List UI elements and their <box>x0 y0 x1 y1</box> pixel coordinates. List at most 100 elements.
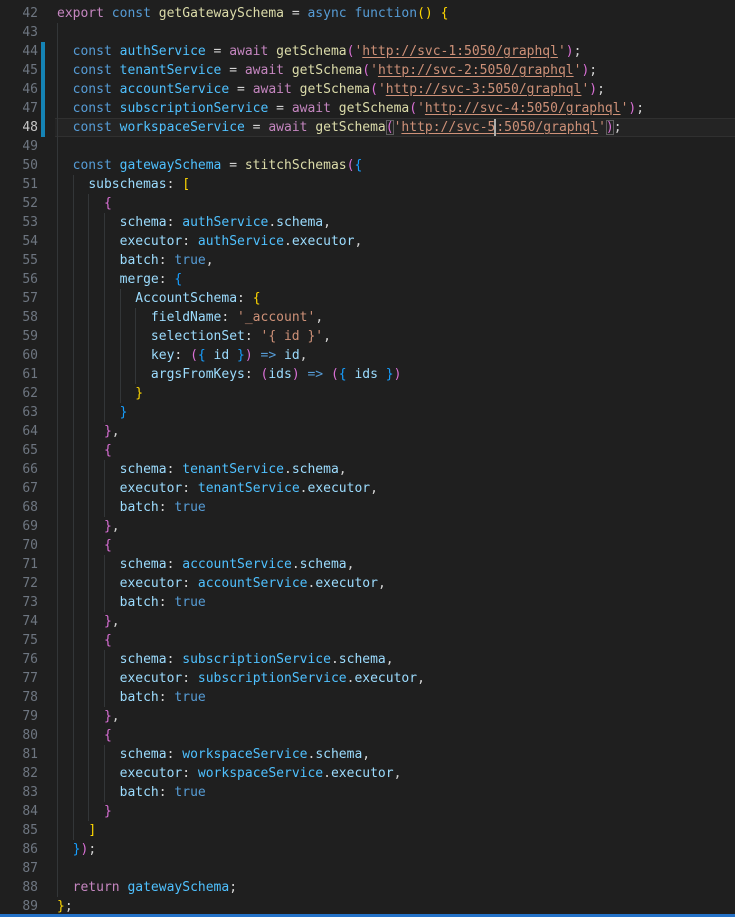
line-number[interactable]: 52 <box>0 194 55 213</box>
code-line[interactable]: 70 { <box>0 536 735 555</box>
line-number[interactable]: 61 <box>0 365 55 384</box>
code-line[interactable]: 82 executor: workspaceService.executor, <box>0 764 735 783</box>
url-link-text[interactable]: http://svc-2:5050/graphql <box>378 63 574 78</box>
line-number[interactable]: 49 <box>0 137 55 156</box>
code-line[interactable]: 80 { <box>0 726 735 745</box>
line-number[interactable]: 69 <box>0 517 55 536</box>
code-line[interactable]: 53 schema: authService.schema, <box>0 213 735 232</box>
code-line[interactable]: 87 <box>0 859 735 878</box>
code-line[interactable]: 85 ] <box>0 821 735 840</box>
line-number[interactable]: 83 <box>0 783 55 802</box>
line-number[interactable]: 78 <box>0 688 55 707</box>
code-line[interactable]: 46 const accountService = await getSchem… <box>0 80 735 99</box>
line-number[interactable]: 68 <box>0 498 55 517</box>
line-number[interactable]: 87 <box>0 859 55 878</box>
code-line[interactable]: 68 batch: true <box>0 498 735 517</box>
line-number[interactable]: 88 <box>0 878 55 897</box>
code-line[interactable]: 58 fieldName: '_account', <box>0 308 735 327</box>
line-number[interactable]: 55 <box>0 251 55 270</box>
code-line[interactable]: 79 }, <box>0 707 735 726</box>
code-line[interactable]: 78 batch: true <box>0 688 735 707</box>
code-line[interactable]: 72 executor: accountService.executor, <box>0 574 735 593</box>
gutter-modified-indicator[interactable] <box>41 99 45 118</box>
line-number[interactable]: 50 <box>0 156 55 175</box>
line-number[interactable]: 53 <box>0 213 55 232</box>
line-number[interactable]: 65 <box>0 441 55 460</box>
code-line[interactable]: 51 subschemas: [ <box>0 175 735 194</box>
code-editor[interactable]: 42export const getGatewaySchema = async … <box>0 0 735 917</box>
gutter-modified-indicator[interactable] <box>41 80 45 99</box>
line-number[interactable]: 42 <box>0 4 55 23</box>
code-line[interactable]: 44 const authService = await getSchema('… <box>0 42 735 61</box>
gutter-modified-indicator[interactable] <box>41 42 45 61</box>
code-line[interactable]: 47 const subscriptionService = await get… <box>0 99 735 118</box>
line-number[interactable]: 56 <box>0 270 55 289</box>
code-line[interactable]: 73 batch: true <box>0 593 735 612</box>
code-line[interactable]: 76 schema: subscriptionService.schema, <box>0 650 735 669</box>
line-number[interactable]: 73 <box>0 593 55 612</box>
line-number[interactable]: 60 <box>0 346 55 365</box>
code-line[interactable]: 43 <box>0 23 735 42</box>
gutter-modified-indicator[interactable] <box>41 61 45 80</box>
line-number[interactable]: 84 <box>0 802 55 821</box>
code-line[interactable]: 45 const tenantService = await getSchema… <box>0 61 735 80</box>
line-number[interactable]: 79 <box>0 707 55 726</box>
line-number[interactable]: 77 <box>0 669 55 688</box>
code-line[interactable]: 88 return gatewaySchema; <box>0 878 735 897</box>
line-number[interactable]: 80 <box>0 726 55 745</box>
code-line[interactable]: 49 <box>0 137 735 156</box>
line-number[interactable]: 48 <box>0 118 55 137</box>
code-line[interactable]: 83 batch: true <box>0 783 735 802</box>
code-line[interactable]: 65 { <box>0 441 735 460</box>
line-number[interactable]: 43 <box>0 23 55 42</box>
line-number[interactable]: 58 <box>0 308 55 327</box>
line-number[interactable]: 70 <box>0 536 55 555</box>
url-link-text[interactable]: http://svc-3:5050/graphql <box>386 82 582 97</box>
line-number[interactable]: 72 <box>0 574 55 593</box>
code-line[interactable]: 81 schema: workspaceService.schema, <box>0 745 735 764</box>
gutter-modified-indicator[interactable] <box>41 118 45 137</box>
line-number[interactable]: 54 <box>0 232 55 251</box>
line-number[interactable]: 63 <box>0 403 55 422</box>
code-line[interactable]: 48 const workspaceService = await getSch… <box>0 118 735 137</box>
code-line[interactable]: 62 } <box>0 384 735 403</box>
code-line[interactable]: 61 argsFromKeys: (ids) => ({ ids }) <box>0 365 735 384</box>
code-line[interactable]: 69 }, <box>0 517 735 536</box>
line-number[interactable]: 74 <box>0 612 55 631</box>
line-number[interactable]: 51 <box>0 175 55 194</box>
line-number[interactable]: 81 <box>0 745 55 764</box>
code-line[interactable]: 56 merge: { <box>0 270 735 289</box>
line-number[interactable]: 46 <box>0 80 55 99</box>
code-line[interactable]: 55 batch: true, <box>0 251 735 270</box>
code-line[interactable]: 66 schema: tenantService.schema, <box>0 460 735 479</box>
code-line[interactable]: 57 AccountSchema: { <box>0 289 735 308</box>
line-number[interactable]: 64 <box>0 422 55 441</box>
code-line[interactable]: 52 { <box>0 194 735 213</box>
line-number[interactable]: 57 <box>0 289 55 308</box>
code-line[interactable]: 71 schema: accountService.schema, <box>0 555 735 574</box>
code-line[interactable]: 75 { <box>0 631 735 650</box>
url-link-text[interactable]: http://svc-4:5050/graphql <box>425 101 621 116</box>
code-line[interactable]: 77 executor: subscriptionService.executo… <box>0 669 735 688</box>
code-line[interactable]: 84 } <box>0 802 735 821</box>
code-line[interactable]: 74 }, <box>0 612 735 631</box>
code-line[interactable]: 86 }); <box>0 840 735 859</box>
url-link-text[interactable]: http://svc-5 <box>401 120 495 135</box>
line-number[interactable]: 82 <box>0 764 55 783</box>
line-number[interactable]: 75 <box>0 631 55 650</box>
code-line[interactable]: 63 } <box>0 403 735 422</box>
line-number[interactable]: 71 <box>0 555 55 574</box>
url-link-text[interactable]: http://svc-1:5050/graphql <box>362 44 558 59</box>
line-number[interactable]: 67 <box>0 479 55 498</box>
code-line[interactable]: 67 executor: tenantService.executor, <box>0 479 735 498</box>
line-number[interactable]: 86 <box>0 840 55 859</box>
line-number[interactable]: 76 <box>0 650 55 669</box>
line-number[interactable]: 85 <box>0 821 55 840</box>
line-number[interactable]: 44 <box>0 42 55 61</box>
line-number[interactable]: 59 <box>0 327 55 346</box>
line-number[interactable]: 45 <box>0 61 55 80</box>
code-line[interactable]: 54 executor: authService.executor, <box>0 232 735 251</box>
code-line[interactable]: 59 selectionSet: '{ id }', <box>0 327 735 346</box>
line-number[interactable]: 47 <box>0 99 55 118</box>
line-number[interactable]: 62 <box>0 384 55 403</box>
